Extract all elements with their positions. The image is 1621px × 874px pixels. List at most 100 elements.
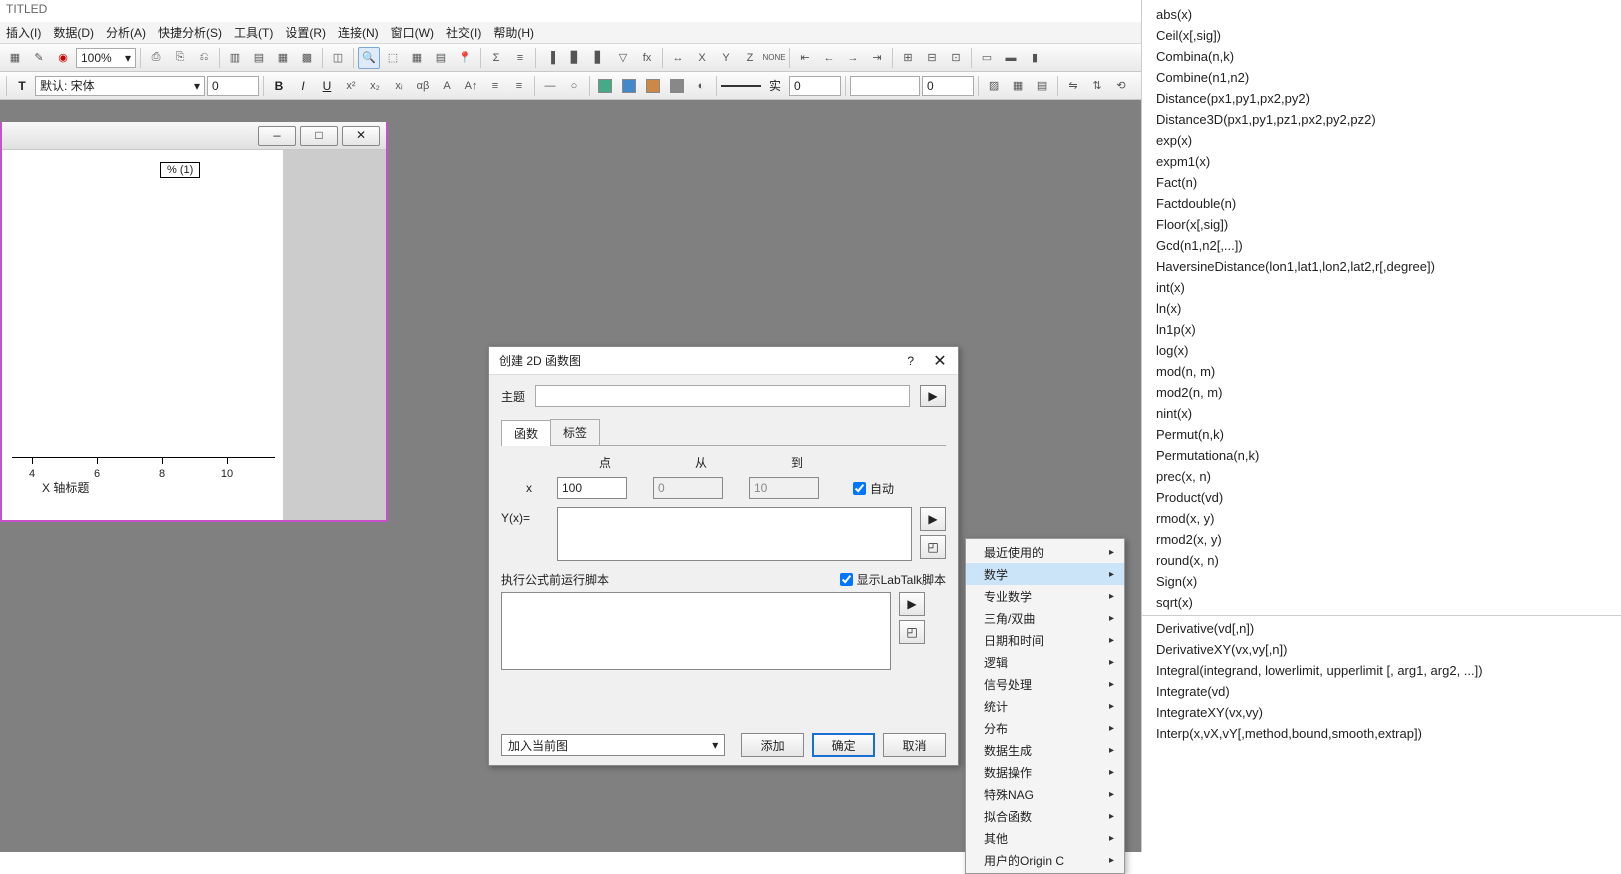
tool-stack-icon[interactable]: ≡ (509, 47, 531, 69)
menu-data[interactable]: 数据(D) (53, 24, 94, 41)
script-textarea[interactable] (501, 592, 891, 670)
tool-expand-icon[interactable]: ↔ (667, 47, 689, 69)
zoom-input[interactable]: 100%▾ (76, 48, 136, 68)
align-c-icon[interactable]: ≡ (508, 75, 530, 97)
context-menu-item[interactable]: 数据操作▸ (966, 761, 1124, 783)
tool-red-icon[interactable]: ◉ (52, 47, 74, 69)
menu-tools[interactable]: 工具(T) (234, 24, 273, 41)
function-item[interactable]: rmod2(x, y) (1142, 529, 1621, 550)
tool-pin-icon[interactable]: 📍 (454, 47, 476, 69)
tool-p3-icon[interactable]: ▮ (1024, 47, 1046, 69)
cancel-button[interactable]: 取消 (883, 733, 946, 757)
tool-p1-icon[interactable]: ▭ (976, 47, 998, 69)
maximize-button[interactable]: □ (300, 126, 338, 146)
color2-icon[interactable] (618, 75, 640, 97)
tool-table-icon[interactable]: ▤ (430, 47, 452, 69)
tool-nav4-icon[interactable]: ⇥ (866, 47, 888, 69)
x-points-input[interactable] (557, 477, 627, 499)
theme-input[interactable] (535, 385, 910, 407)
flip-v-icon[interactable]: ⇅ (1086, 75, 1108, 97)
tool-fx-icon[interactable]: fx (636, 47, 658, 69)
menu-insert[interactable]: 插入(I) (6, 24, 41, 41)
function-item[interactable]: Derivative(vd[,n]) (1142, 618, 1621, 639)
auto-checkbox[interactable]: 自动 (853, 480, 894, 497)
tool-x-icon[interactable]: X (691, 47, 713, 69)
function-item[interactable]: abs(x) (1142, 4, 1621, 25)
tool-nav3-icon[interactable]: → (842, 47, 864, 69)
function-item[interactable]: round(x, n) (1142, 550, 1621, 571)
color4-icon[interactable] (666, 75, 688, 97)
tool-nav2-icon[interactable]: ← (818, 47, 840, 69)
show-labtalk-checkbox[interactable]: 显示LabTalk脚本 (840, 571, 946, 588)
yx-formula-input[interactable] (557, 507, 912, 561)
yx-play-button[interactable]: ▶ (920, 507, 946, 531)
tool-sel-icon[interactable]: ⬚ (382, 47, 404, 69)
menu-window[interactable]: 窗口(W) (391, 24, 434, 41)
tool-z-icon[interactable]: Z (739, 47, 761, 69)
context-menu-item[interactable]: 信号处理▸ (966, 673, 1124, 695)
context-menu-item[interactable]: 统计▸ (966, 695, 1124, 717)
function-item[interactable]: exp(x) (1142, 130, 1621, 151)
align-l-icon[interactable]: ≡ (484, 75, 506, 97)
script-expand-button[interactable]: ◰ (899, 620, 925, 644)
function-item[interactable]: int(x) (1142, 277, 1621, 298)
tool-none-icon[interactable]: NONE (763, 47, 785, 69)
function-item[interactable]: Combine(n1,n2) (1142, 67, 1621, 88)
menu-help[interactable]: 帮助(H) (493, 24, 534, 41)
yx-expand-button[interactable]: ◰ (920, 535, 946, 559)
context-menu-item[interactable]: 数学▸ (966, 563, 1124, 585)
font-size-input[interactable]: 0 (207, 76, 259, 96)
function-item[interactable]: Floor(x[,sig]) (1142, 214, 1621, 235)
help-button[interactable]: ? (907, 354, 914, 368)
function-item[interactable]: DerivativeXY(vx,vy[,n]) (1142, 639, 1621, 660)
tool-m1-icon[interactable]: ⊞ (897, 47, 919, 69)
greek-icon[interactable]: αβ (412, 75, 434, 97)
color1-icon[interactable] (594, 75, 616, 97)
tool-c-icon[interactable]: ⎌ (193, 47, 215, 69)
flip-h-icon[interactable]: ⇋ (1062, 75, 1084, 97)
function-item[interactable]: Product(vd) (1142, 487, 1621, 508)
tool-layout3-icon[interactable]: ▦ (272, 47, 294, 69)
tool-b-icon[interactable]: ⎘ (169, 47, 191, 69)
tool-y-icon[interactable]: Y (715, 47, 737, 69)
tool-bars3-icon[interactable]: ▋ (588, 47, 610, 69)
tab-label[interactable]: 标签 (550, 419, 600, 445)
line-style-icon[interactable]: — (539, 75, 561, 97)
font-tt-icon[interactable]: T (11, 75, 33, 97)
function-item[interactable]: expm1(x) (1142, 151, 1621, 172)
function-item[interactable]: Gcd(n1,n2[,...]) (1142, 235, 1621, 256)
context-menu-item[interactable]: 特殊NAG▸ (966, 783, 1124, 805)
tool-layout1-icon[interactable]: ▥ (224, 47, 246, 69)
tool-bars2-icon[interactable]: ▊ (564, 47, 586, 69)
tool-zoom-icon[interactable]: 🔍 (358, 47, 380, 69)
bold-icon[interactable]: B (268, 75, 290, 97)
context-menu-item[interactable]: 日期和时间▸ (966, 629, 1124, 651)
function-item[interactable]: Fact(n) (1142, 172, 1621, 193)
menu-settings[interactable]: 设置(R) (285, 24, 326, 41)
tool-filter-icon[interactable]: ▽ (612, 47, 634, 69)
gradient-icon[interactable]: ◐ (690, 75, 712, 97)
table2-icon[interactable]: ▤ (1031, 75, 1053, 97)
function-item[interactable]: Ceil(x[,sig]) (1142, 25, 1621, 46)
function-item[interactable]: sqrt(x) (1142, 592, 1621, 613)
context-menu-item[interactable]: 最近使用的▸ (966, 541, 1124, 563)
function-item[interactable]: Integral(integrand, lowerlimit, upperlim… (1142, 660, 1621, 681)
tool-nav1-icon[interactable]: ⇤ (794, 47, 816, 69)
tool-m3-icon[interactable]: ⊡ (945, 47, 967, 69)
context-menu-item[interactable]: 专业数学▸ (966, 585, 1124, 607)
menu-quick[interactable]: 快捷分析(S) (158, 24, 222, 41)
menu-analysis[interactable]: 分析(A) (106, 24, 146, 41)
tool-bars1-icon[interactable]: ▐ (540, 47, 562, 69)
grid2-icon[interactable]: ▦ (1007, 75, 1029, 97)
tool-grid-icon[interactable]: ▦ (406, 47, 428, 69)
function-item[interactable]: Permut(n,k) (1142, 424, 1621, 445)
function-item[interactable]: prec(x, n) (1142, 466, 1621, 487)
tool-a-icon[interactable]: ⎙ (145, 47, 167, 69)
hatch-icon[interactable]: ▨ (983, 75, 1005, 97)
marker-icon[interactable]: ○ (563, 75, 585, 97)
tool-layout4-icon[interactable]: ▩ (296, 47, 318, 69)
font-inc-icon[interactable]: A↑ (460, 75, 482, 97)
tool-p2-icon[interactable]: ▬ (1000, 47, 1022, 69)
function-item[interactable]: mod(n, m) (1142, 361, 1621, 382)
minimize-button[interactable]: — (258, 126, 296, 146)
